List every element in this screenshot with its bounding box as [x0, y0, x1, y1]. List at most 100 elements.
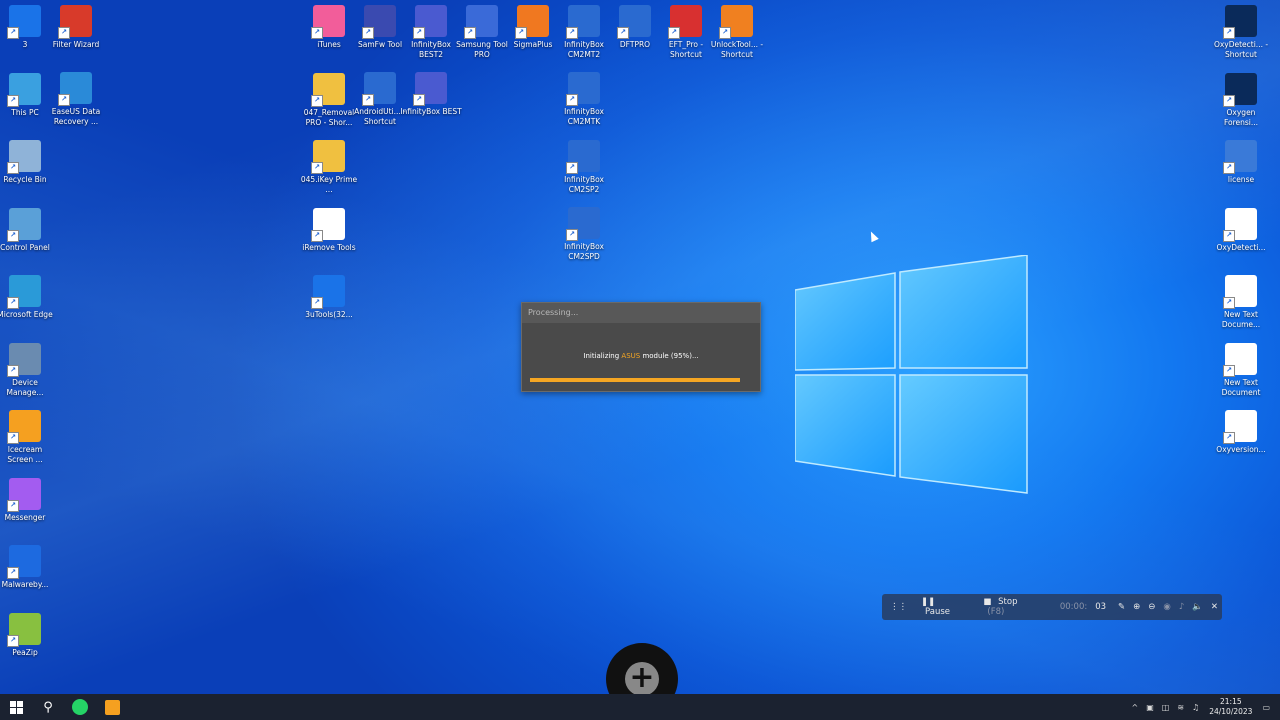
drag-handle-icon[interactable]: ⋮⋮	[890, 602, 907, 612]
desktop-shortcut[interactable]: ↗ UnlockTool... - Shortcut	[706, 5, 768, 60]
icon-label: 045.iKey Prime ...	[300, 175, 358, 194]
shortcut-arrow-icon: ↗	[7, 364, 19, 377]
icon-label: Recycle Bin	[3, 175, 47, 184]
system-tray: ^ ▣ ◫ ≋ ♫ 21:15 24/10/2023 ▭	[1128, 694, 1280, 720]
license-file-icon: ↗	[1223, 140, 1257, 174]
infinitybox-cm2-icon: ↗	[566, 72, 600, 106]
messenger-icon: ↗	[7, 477, 41, 512]
desktop-shortcut[interactable]: ↗ New Text Document	[1210, 342, 1272, 398]
desktop-shortcut[interactable]: ↗ Recycle Bin	[0, 140, 56, 185]
desktop-shortcut[interactable]: ↗ InfinityBox CM2SPD	[553, 207, 615, 262]
desktop-shortcut[interactable]: ↗ EaseUS Data Recovery ...	[45, 72, 107, 127]
shortcut-arrow-icon: ↗	[566, 161, 578, 174]
wifi-icon[interactable]: ≋	[1177, 703, 1184, 712]
icecream-icon: ↗	[7, 410, 41, 444]
dialog-title: Processing...	[522, 303, 760, 323]
progress-fill	[530, 378, 740, 382]
desktop-shortcut[interactable]: ↗ Control Panel	[0, 207, 56, 253]
shortcut-arrow-icon: ↗	[7, 634, 19, 647]
shortcut-arrow-icon: ↗	[311, 27, 323, 39]
shortcut-arrow-icon: ↗	[566, 94, 578, 106]
timer: 00:00: 03	[1059, 602, 1107, 612]
shortcut-arrow-icon: ↗	[719, 27, 731, 39]
desktop-shortcut[interactable]: ↗ Microsoft Edge	[0, 275, 56, 320]
desktop-shortcut[interactable]: ↗ InfinityBox CM2SP2	[553, 139, 615, 195]
shortcut-arrow-icon: ↗	[58, 27, 70, 39]
shortcut-arrow-icon: ↗	[7, 94, 19, 107]
mouse-cursor-icon	[867, 229, 879, 243]
zoom-out-icon[interactable]: ⊖	[1148, 602, 1155, 612]
3utools-icon: ↗	[311, 275, 345, 309]
desktop-shortcut[interactable]: ↗ OxyDetecti... - Shortcut	[1210, 5, 1272, 60]
infinitybox-cm2-icon: ↗	[566, 207, 600, 241]
device-icon[interactable]: ▣	[1146, 703, 1154, 712]
icon-label: Icecream Screen ...	[7, 445, 43, 464]
microphone-icon[interactable]: ♪	[1179, 602, 1184, 612]
pen-icon[interactable]: ✎	[1118, 602, 1125, 612]
desktop-shortcut[interactable]: ↗ Oxygen Forensi...	[1210, 72, 1272, 128]
dftpro-icon: ↗	[617, 5, 651, 39]
desktop-shortcut[interactable]: ↗ PeaZip	[0, 612, 56, 658]
chevron-up-icon[interactable]: ^	[1132, 703, 1139, 712]
shortcut-arrow-icon: ↗	[566, 229, 578, 241]
stop-button[interactable]: ■ Stop (F8)	[983, 597, 1041, 617]
volume-icon[interactable]: ♫	[1192, 703, 1199, 712]
search-button[interactable]: ⚲	[32, 694, 64, 720]
unlocktool-icon: ↗	[719, 5, 753, 39]
icon-label: Device Manage...	[6, 377, 44, 397]
control-panel-icon: ↗	[7, 207, 41, 242]
icon-label: iRemove Tools	[302, 242, 356, 252]
zoom-in-icon[interactable]: ⊕	[1133, 602, 1140, 612]
icecream-taskbar[interactable]	[96, 694, 128, 720]
desktop-shortcut[interactable]: ↗ InfinityBox CM2MTK	[553, 72, 615, 127]
desktop-shortcut[interactable]: ↗ New Text Docume...	[1210, 275, 1272, 330]
this-pc-icon: ↗	[7, 72, 41, 107]
desktop-shortcut[interactable]: ↗ Filter Wizard	[45, 5, 107, 50]
icon-label: PeaZip	[12, 647, 38, 657]
icon-label: license	[1227, 175, 1255, 184]
shortcut-arrow-icon: ↗	[362, 27, 374, 39]
clock[interactable]: 21:15 24/10/2023	[1209, 697, 1252, 717]
desktop-shortcut[interactable]: ↗ Messenger	[0, 477, 56, 523]
shortcut-arrow-icon: ↗	[311, 229, 323, 242]
samfw-icon: ↗	[362, 5, 396, 39]
desktop-shortcut[interactable]: ↗ 3uTools(32...	[298, 275, 360, 320]
webcam-icon[interactable]: ◉	[1163, 602, 1170, 612]
desktop-shortcut[interactable]: ↗ Icecream Screen ...	[0, 410, 56, 465]
notification-icon[interactable]: ▭	[1262, 703, 1270, 712]
desktop-shortcut[interactable]: ↗ license	[1210, 140, 1272, 185]
desktop-shortcut[interactable]: ↗ Malwareby...	[0, 545, 56, 590]
desktop-shortcut[interactable]: ↗ InfinityBox BEST	[400, 72, 462, 117]
shortcut-arrow-icon: ↗	[58, 94, 70, 106]
pause-button[interactable]: ❚❚ Pause	[921, 597, 965, 617]
network-icon[interactable]: ◫	[1162, 703, 1170, 712]
3utools-icon: ↗	[7, 5, 41, 39]
shortcut-arrow-icon: ↗	[1223, 27, 1235, 39]
shortcut-arrow-icon: ↗	[617, 27, 629, 39]
device-manager-icon: ↗	[7, 342, 41, 377]
folder-icon: ↗	[311, 72, 345, 107]
desktop-shortcut[interactable]: ↗ OxyDetecti...	[1210, 207, 1272, 253]
plus-icon: +	[625, 662, 659, 696]
whatsapp-taskbar[interactable]	[64, 694, 96, 720]
icon-label: Filter Wizard	[52, 40, 100, 49]
shortcut-arrow-icon: ↗	[362, 94, 374, 106]
desktop-shortcut[interactable]: ↗ Device Manage...	[0, 342, 56, 398]
android-utility-icon: ↗	[362, 72, 396, 106]
icon-label: Microsoft Edge	[0, 310, 53, 319]
desktop-shortcut[interactable]: ↗ iRemove Tools	[298, 207, 360, 253]
search-icon: ⚲	[43, 699, 53, 715]
windows-start-icon	[9, 700, 23, 714]
shortcut-arrow-icon: ↗	[7, 432, 19, 444]
desktop-shortcut[interactable]: ↗ Oxyversion...	[1210, 410, 1272, 455]
speaker-icon[interactable]: 🔈	[1192, 602, 1203, 612]
processing-dialog: Processing... Initializing ASUS module (…	[521, 302, 761, 392]
icon-label: InfinityBox CM2SPD	[564, 242, 604, 261]
icon-label: EaseUS Data Recovery ...	[51, 107, 101, 126]
file-icon: ↗	[1223, 207, 1257, 242]
shortcut-arrow-icon: ↗	[311, 94, 323, 107]
close-icon[interactable]: ✕	[1211, 602, 1218, 612]
shortcut-arrow-icon: ↗	[311, 297, 323, 309]
desktop-shortcut[interactable]: ↗ 045.iKey Prime ...	[298, 140, 360, 195]
start-button[interactable]	[0, 694, 32, 720]
